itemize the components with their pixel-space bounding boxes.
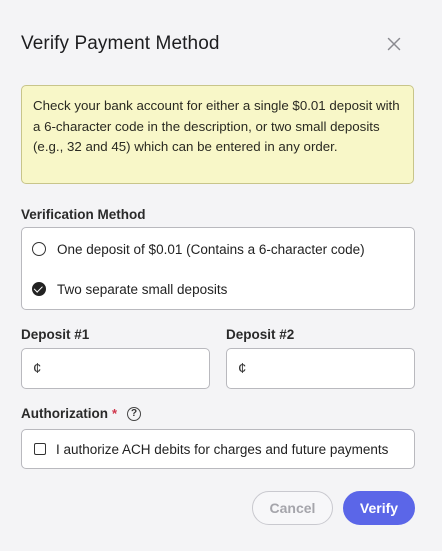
verify-payment-dialog: Verify Payment Method Check your bank ac… <box>0 0 442 551</box>
authorization-header: Authorization * ? <box>21 406 142 421</box>
deposit-2-input[interactable] <box>246 349 432 388</box>
radio-selected-icon[interactable] <box>32 282 46 296</box>
verify-button[interactable]: Verify <box>343 491 415 525</box>
help-icon[interactable]: ? <box>127 406 142 421</box>
deposit-2-field[interactable]: ¢ <box>226 348 432 389</box>
cent-icon: ¢ <box>238 360 247 377</box>
radio-option-two-deposits[interactable]: Two separate small deposits <box>32 278 227 300</box>
info-notice: Check your bank account for either a sin… <box>21 85 414 184</box>
deposit-1-field[interactable]: ¢ <box>21 348 227 389</box>
radio-option-label: Two separate small deposits <box>57 281 228 297</box>
deposit-1-label: Deposit #1 <box>21 327 90 342</box>
verification-method-label: Verification Method <box>21 207 146 222</box>
radio-unselected-icon[interactable] <box>32 242 46 256</box>
close-icon[interactable] <box>385 35 403 53</box>
deposit-1-input[interactable] <box>41 349 227 388</box>
checkbox-icon[interactable] <box>34 443 46 455</box>
cent-icon: ¢ <box>33 360 42 377</box>
verification-method-group: One deposit of $0.01 (Contains a 6-chara… <box>21 227 415 310</box>
dialog-title: Verify Payment Method <box>21 33 220 54</box>
radio-option-single-deposit[interactable]: One deposit of $0.01 (Contains a 6-chara… <box>32 238 365 260</box>
cancel-button[interactable]: Cancel <box>252 491 333 525</box>
authorization-checkbox-row[interactable]: I authorize ACH debits for charges and f… <box>21 429 415 469</box>
authorization-label: Authorization <box>21 406 108 421</box>
authorization-checkbox-label: I authorize ACH debits for charges and f… <box>56 441 389 457</box>
deposit-2-label: Deposit #2 <box>226 327 295 342</box>
radio-option-label: One deposit of $0.01 (Contains a 6-chara… <box>57 241 365 257</box>
required-marker: * <box>112 406 118 421</box>
